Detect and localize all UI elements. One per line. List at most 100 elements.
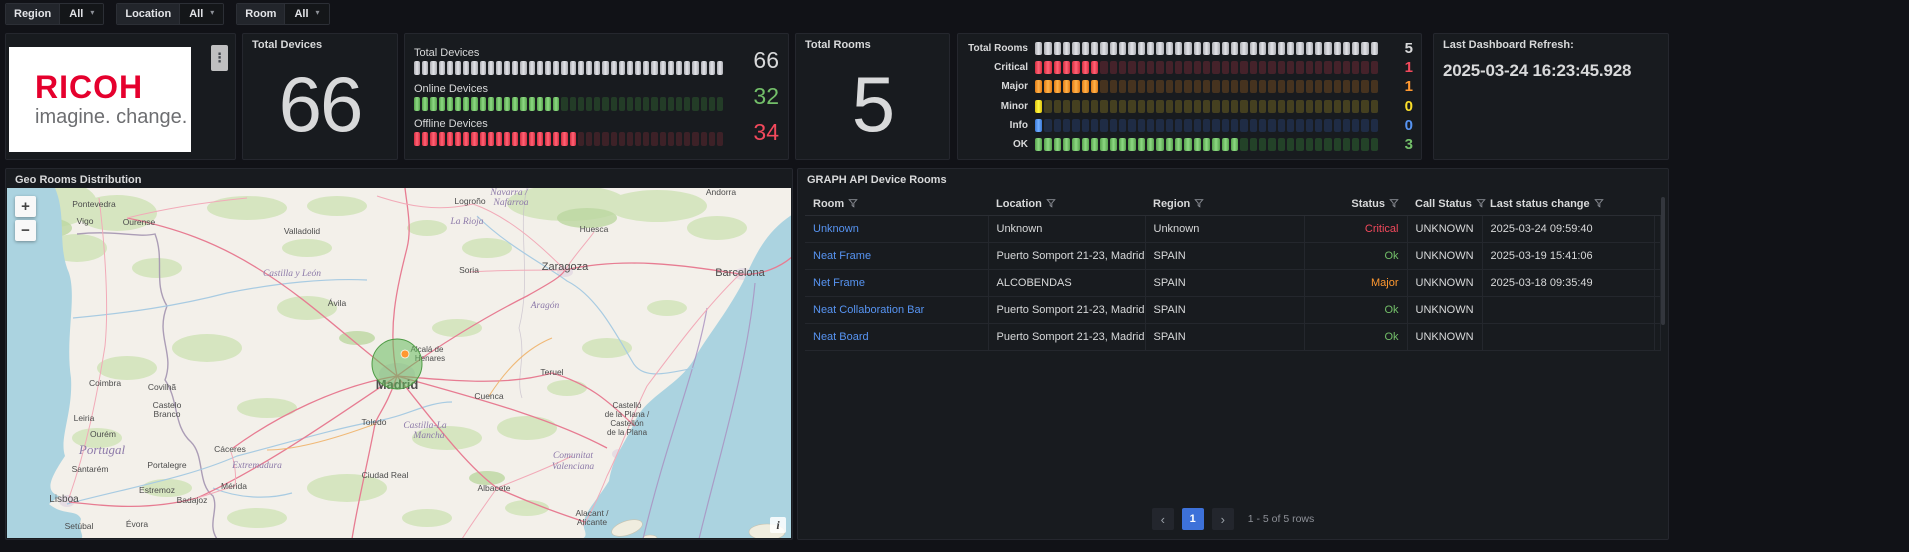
gauge-segment — [1333, 119, 1341, 133]
gauge-segment — [1062, 119, 1071, 133]
room-cluster-marker[interactable] — [371, 338, 423, 390]
gauge-segment — [1314, 99, 1323, 113]
table-scrollbar[interactable] — [1661, 197, 1665, 325]
gauge-label: Total Devices — [414, 46, 480, 59]
gauge-segment — [1128, 99, 1136, 113]
gauge-segment — [1090, 60, 1099, 74]
dashboard-filter-bar: Region All ▾ Location All ▾ Room All ▾ — [0, 0, 1909, 28]
gauge-segment — [1156, 138, 1164, 152]
gauge-segment — [1277, 60, 1285, 74]
gauge-segment — [495, 96, 503, 111]
gauge-segment — [667, 60, 674, 75]
map-zoom-in-button[interactable]: + — [15, 196, 36, 217]
gauge-value: 1 — [1404, 78, 1413, 96]
filter-region-picker[interactable]: All ▾ — [59, 4, 104, 24]
panel-title: Total Devices — [252, 39, 323, 51]
gauge-segment — [716, 132, 724, 147]
column-header-call-status[interactable]: Call Status — [1407, 193, 1486, 216]
gauge-segment — [1268, 80, 1276, 94]
pagination-prev-button[interactable]: ‹ — [1151, 508, 1174, 530]
column-header-last-status-change[interactable]: Last status change — [1482, 193, 1654, 216]
gauge-segment — [1100, 119, 1108, 133]
gauge-segment — [1202, 80, 1211, 94]
room-link[interactable]: Neat Collaboration Bar — [805, 296, 989, 324]
pagination-page-1-button[interactable]: 1 — [1181, 508, 1204, 530]
gauge-segment — [1258, 138, 1267, 152]
pagination-next-button[interactable]: › — [1211, 508, 1234, 530]
room-link[interactable]: Unknown — [805, 215, 989, 243]
column-header-location[interactable]: Location — [988, 193, 1145, 216]
gauge-segment — [684, 132, 691, 147]
filter-icon[interactable] — [1194, 198, 1205, 208]
gauge-segment — [536, 60, 543, 75]
gauge-label: Minor — [1000, 100, 1028, 112]
chevron-down-icon: ▾ — [315, 8, 320, 17]
column-header-status[interactable]: Status — [1304, 193, 1407, 216]
gauge-segment — [1081, 80, 1089, 94]
panel-menu-icon[interactable]: ⋮ — [211, 45, 228, 71]
gauge-segment — [520, 96, 527, 111]
room-link[interactable]: Neat Board — [805, 323, 989, 351]
filter-location-label: Location — [117, 4, 180, 24]
gauge-segment — [1352, 99, 1360, 113]
gauge-segment — [1258, 119, 1267, 133]
room-link[interactable]: Neat Frame — [805, 242, 989, 270]
gauge-segment — [1174, 119, 1183, 133]
filter-icon[interactable] — [1046, 198, 1056, 208]
column-header-region[interactable]: Region — [1145, 193, 1304, 216]
gauge-segment — [471, 96, 478, 111]
map-canvas: Pontevedra Vigo Ourense Valladolid Logroño So… — [7, 188, 791, 538]
gauge-segment — [446, 96, 453, 111]
filter-icon[interactable] — [1476, 198, 1486, 208]
gauge-segment — [708, 96, 715, 111]
filter-room-picker[interactable]: All ▾ — [284, 4, 329, 24]
gauge-segment — [1342, 138, 1351, 152]
gauge-segment — [1352, 138, 1360, 152]
map-zoom-out-button[interactable]: − — [15, 220, 36, 241]
filter-icon[interactable] — [1593, 198, 1604, 208]
gauge-segment — [1249, 80, 1257, 94]
geo-map[interactable]: Pontevedra Vigo Ourense Valladolid Logroño So… — [7, 188, 791, 538]
map-region-label: Comunitat — [553, 451, 593, 461]
gauge-segment — [1202, 60, 1211, 74]
filter-region: Region All ▾ — [5, 3, 105, 25]
gauge-segment — [1053, 119, 1061, 133]
gauge-segment — [1193, 41, 1201, 55]
status-cell: Ok — [1303, 296, 1408, 324]
gauge-segment — [430, 60, 437, 75]
region-cell: SPAIN — [1144, 323, 1305, 351]
filter-room-value: All — [294, 8, 309, 20]
map-city-label: Ávila — [328, 298, 347, 308]
gauge-segment — [585, 60, 593, 75]
gauge-segment — [1193, 99, 1201, 113]
total-rooms-stat-panel: Total Rooms 5 — [795, 33, 950, 160]
gauge-segment — [487, 96, 494, 111]
gauge-segment — [1053, 99, 1061, 113]
spacer-cell — [1653, 215, 1661, 243]
gauge-segment — [1128, 41, 1136, 55]
gauge-segment — [651, 132, 658, 147]
gauge-label: Offline Devices — [414, 118, 488, 131]
room-link[interactable]: Net Frame — [805, 269, 989, 297]
filter-location-picker[interactable]: All ▾ — [179, 4, 224, 24]
gauge-segment — [1081, 138, 1089, 152]
gauge-segment — [1221, 60, 1229, 74]
map-attribution-button[interactable]: i — [770, 517, 786, 533]
gauge-segment — [643, 60, 650, 75]
column-header-room[interactable]: Room — [805, 193, 988, 216]
gauge-segment — [1277, 41, 1285, 55]
gauge-segment — [1249, 41, 1257, 55]
gauge-segment — [1156, 80, 1164, 94]
gauge-segment — [1100, 99, 1108, 113]
gauge-segment — [1137, 99, 1145, 113]
gauge-segment — [1342, 99, 1351, 113]
gauge-segment — [1090, 41, 1099, 55]
map-city-label: Toledo — [361, 417, 386, 427]
filter-icon[interactable] — [1389, 198, 1399, 208]
call-status-cell: UNKNOWN — [1406, 296, 1483, 324]
gauge-segment — [1268, 60, 1276, 74]
filter-icon[interactable] — [848, 198, 858, 208]
table-row: Neat Frame Puerto Somport 21-23, Madrid. S… — [805, 242, 1661, 270]
gauge-segment — [1081, 41, 1089, 55]
gauge-segment — [1044, 41, 1052, 55]
